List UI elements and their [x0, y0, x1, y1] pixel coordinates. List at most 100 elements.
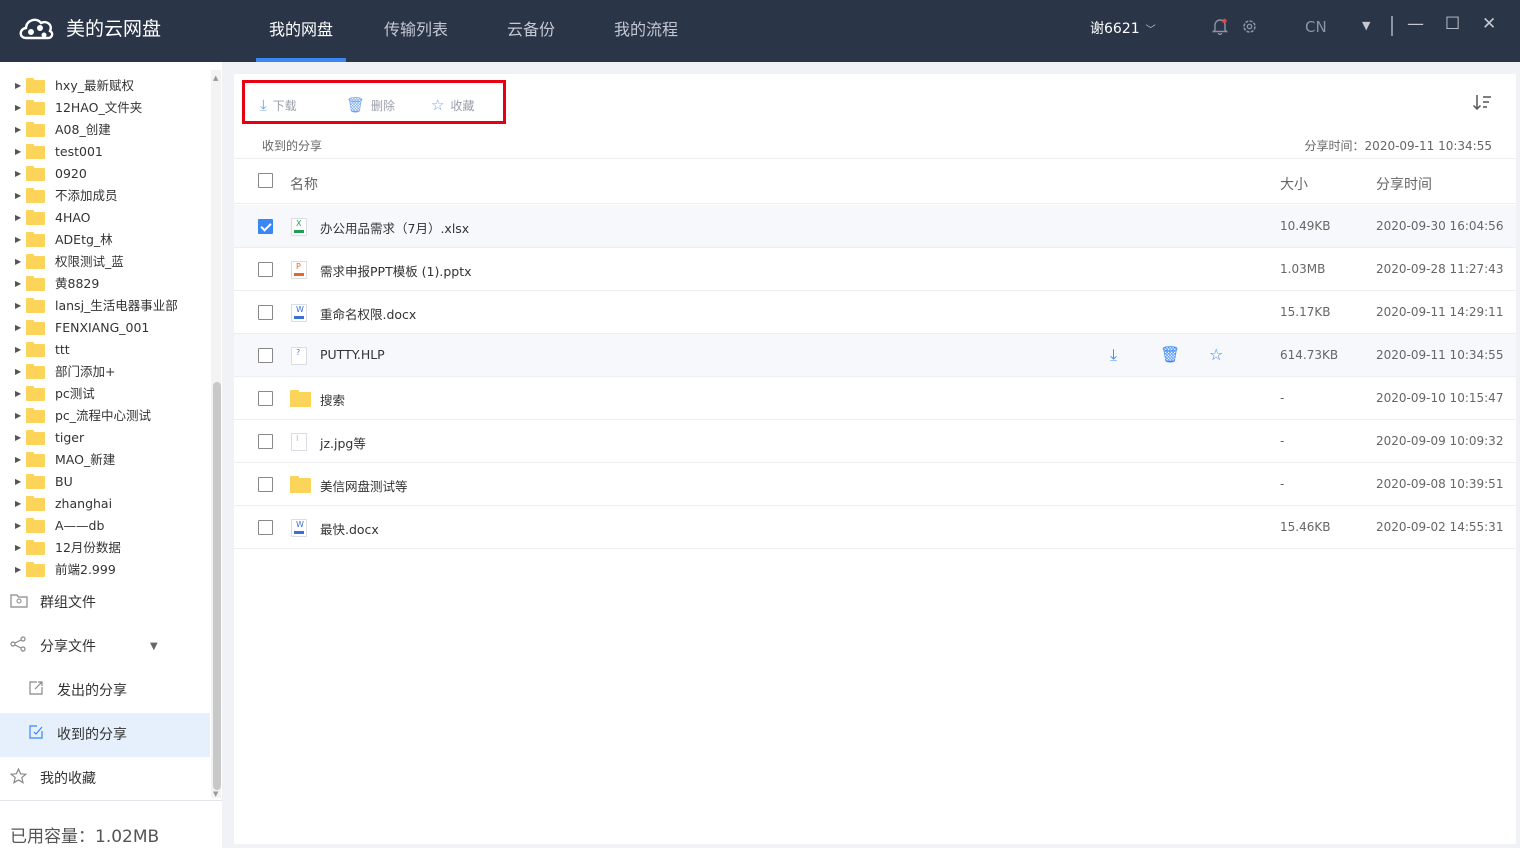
caret-right-icon[interactable]: ▶ — [15, 229, 21, 251]
caret-right-icon[interactable]: ▶ — [15, 339, 21, 361]
column-header-time[interactable]: 分享时间 — [1376, 174, 1432, 194]
caret-right-icon[interactable]: ▶ — [15, 515, 21, 537]
table-row[interactable]: ⁝ jz.jpg等 - 2020-09-09 10:09:32 — [234, 420, 1516, 463]
caret-right-icon[interactable]: ▶ — [15, 185, 21, 207]
table-row[interactable]: X 办公用品需求（7月）.xlsx 10.49KB 2020-09-30 16:04:… — [234, 205, 1516, 248]
file-name[interactable]: 办公用品需求（7月）.xlsx — [320, 218, 469, 237]
tree-folder-item[interactable]: ▶ 12HAO_文件夹 — [0, 97, 210, 119]
file-name[interactable]: jz.jpg等 — [320, 433, 366, 452]
caret-right-icon[interactable]: ▶ — [15, 383, 21, 405]
tree-folder-item[interactable]: ▶ 4HAO — [0, 207, 210, 229]
scroll-up-icon[interactable]: ▲ — [213, 74, 218, 82]
file-name[interactable]: 重命名权限.docx — [320, 304, 416, 323]
row-checkbox[interactable] — [258, 391, 273, 406]
close-icon[interactable]: ✕ — [1482, 14, 1496, 34]
file-name[interactable]: 美信网盘测试等 — [320, 476, 408, 495]
delete-button[interactable]: 🗑︎ 删除 — [346, 96, 395, 114]
sidebar-item-group-files[interactable]: 群组文件 — [0, 581, 210, 625]
caret-right-icon[interactable]: ▶ — [15, 449, 21, 471]
tree-folder-item[interactable]: ▶ 不添加成员 — [0, 185, 210, 207]
language-switch[interactable]: CN — [1305, 18, 1327, 36]
file-name[interactable]: 最快.docx — [320, 519, 379, 538]
table-row[interactable]: 美信网盘测试等 - 2020-09-08 10:39:51 — [234, 463, 1516, 506]
caret-right-icon[interactable]: ▶ — [15, 163, 21, 185]
tab-cloud-backup[interactable]: 云备份 — [507, 16, 555, 40]
sidebar-scrollbar-thumb[interactable] — [213, 382, 221, 790]
tree-folder-item[interactable]: ▶ 黄8829 — [0, 273, 210, 295]
caret-right-icon[interactable]: ▶ — [15, 75, 21, 97]
row-checkbox[interactable] — [258, 262, 273, 277]
column-header-name[interactable]: 名称 — [290, 174, 318, 194]
tree-folder-item[interactable]: ▶ zhanghai — [0, 493, 210, 515]
caret-right-icon[interactable]: ▶ — [15, 361, 21, 383]
tree-folder-item[interactable]: ▶ 前端2.999 — [0, 559, 210, 581]
caret-down-icon[interactable]: ▼ — [1362, 19, 1370, 32]
caret-right-icon[interactable]: ▶ — [15, 559, 21, 581]
caret-right-icon[interactable]: ▶ — [15, 119, 21, 141]
caret-right-icon[interactable]: ▶ — [15, 493, 21, 515]
row-checkbox[interactable] — [258, 219, 273, 234]
caret-right-icon[interactable]: ▶ — [15, 295, 21, 317]
row-checkbox[interactable] — [258, 305, 273, 320]
row-checkbox[interactable] — [258, 520, 273, 535]
caret-right-icon[interactable]: ▶ — [15, 251, 21, 273]
maximize-icon[interactable]: ☐ — [1445, 14, 1460, 34]
row-star-icon[interactable]: ☆ — [1209, 345, 1223, 364]
tab-transfer-list[interactable]: 传输列表 — [384, 16, 448, 40]
file-name[interactable]: 搜索 — [320, 390, 345, 409]
download-button[interactable]: ⤓ 下载 — [260, 96, 297, 114]
tree-folder-item[interactable]: ▶ pc测试 — [0, 383, 210, 405]
tree-folder-item[interactable]: ▶ MAO_新建 — [0, 449, 210, 471]
row-download-icon[interactable]: ⤓ — [1110, 345, 1117, 365]
tree-folder-item[interactable]: ▶ A08_创建 — [0, 119, 210, 141]
caret-right-icon[interactable]: ▶ — [15, 97, 21, 119]
gear-icon[interactable] — [1241, 18, 1258, 39]
sidebar-item-sent-shares[interactable]: 发出的分享 — [0, 669, 210, 713]
caret-right-icon[interactable]: ▶ — [15, 273, 21, 295]
caret-right-icon[interactable]: ▶ — [15, 471, 21, 493]
tab-my-workflow[interactable]: 我的流程 — [614, 16, 678, 40]
caret-right-icon[interactable]: ▶ — [15, 207, 21, 229]
tree-folder-item[interactable]: ▶ hxy_最新赋权 — [0, 75, 210, 97]
tab-my-drive[interactable]: 我的网盘 — [269, 16, 333, 40]
caret-right-icon[interactable]: ▶ — [15, 317, 21, 339]
select-all-checkbox[interactable] — [258, 173, 273, 188]
tree-folder-item[interactable]: ▶ 0920 — [0, 163, 210, 185]
caret-right-icon[interactable]: ▶ — [15, 141, 21, 163]
caret-right-icon[interactable]: ▶ — [15, 427, 21, 449]
caret-right-icon[interactable]: ▶ — [15, 405, 21, 427]
tree-folder-item[interactable]: ▶ test001 — [0, 141, 210, 163]
tree-folder-item[interactable]: ▶ ADEtg_林 — [0, 229, 210, 251]
tree-folder-item[interactable]: ▶ 12月份数据 — [0, 537, 210, 559]
table-row[interactable]: 搜索 - 2020-09-10 10:15:47 — [234, 377, 1516, 420]
favorite-button[interactable]: ☆ 收藏 — [431, 96, 474, 114]
file-name[interactable]: 需求申报PPT模板 (1).pptx — [320, 261, 472, 280]
tree-folder-item[interactable]: ▶ tiger — [0, 427, 210, 449]
row-trash-icon[interactable]: 🗑︎ — [1160, 345, 1180, 364]
row-checkbox[interactable] — [258, 477, 273, 492]
tree-folder-item[interactable]: ▶ A——db — [0, 515, 210, 537]
caret-down-icon[interactable]: ▼ — [150, 625, 158, 669]
column-header-size[interactable]: 大小 — [1280, 174, 1308, 194]
bell-icon[interactable] — [1211, 18, 1229, 39]
tree-folder-item[interactable]: ▶ ttt — [0, 339, 210, 361]
sidebar-item-received-shares[interactable]: 收到的分享 — [0, 713, 210, 757]
sort-icon[interactable] — [1472, 94, 1492, 116]
tree-folder-item[interactable]: ▶ FENXIANG_001 — [0, 317, 210, 339]
table-row[interactable]: ? PUTTY.HLP ⤓ 🗑︎ ☆ 614.73KB 2020-09-11 10:34:5… — [234, 334, 1516, 377]
sidebar-item-share-files[interactable]: 分享文件 ▼ — [0, 625, 210, 669]
tree-folder-item[interactable]: ▶ BU — [0, 471, 210, 493]
row-checkbox[interactable] — [258, 434, 273, 449]
minimize-icon[interactable]: — — [1407, 14, 1424, 34]
file-name[interactable]: PUTTY.HLP — [320, 347, 385, 362]
tree-folder-item[interactable]: ▶ lansj_生活电器事业部 — [0, 295, 210, 317]
sidebar-item-favorites[interactable]: 我的收藏 — [0, 757, 210, 801]
table-row[interactable]: P 需求申报PPT模板 (1).pptx 1.03MB 2020-09-28 11:2… — [234, 248, 1516, 291]
table-row[interactable]: W 重命名权限.docx 15.17KB 2020-09-11 14:29:11 — [234, 291, 1516, 334]
scroll-down-icon[interactable]: ▼ — [213, 790, 218, 798]
table-row[interactable]: W 最快.docx 15.46KB 2020-09-02 14:55:31 — [234, 506, 1516, 549]
row-checkbox[interactable] — [258, 348, 273, 363]
tree-folder-item[interactable]: ▶ 部门添加+ — [0, 361, 210, 383]
caret-right-icon[interactable]: ▶ — [15, 537, 21, 559]
tree-folder-item[interactable]: ▶ pc_流程中心测试 — [0, 405, 210, 427]
